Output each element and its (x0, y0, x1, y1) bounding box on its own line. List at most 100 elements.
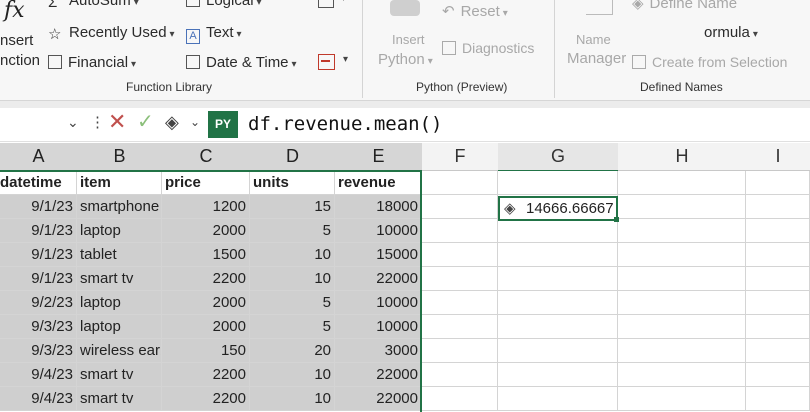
empty-cell[interactable] (498, 171, 618, 195)
python-button[interactable]: Python ▾ (378, 51, 433, 68)
table-cell[interactable]: 2200 (162, 363, 250, 387)
empty-cell[interactable] (498, 339, 618, 363)
empty-cell[interactable] (618, 291, 746, 315)
table-cell[interactable]: smart tv (77, 267, 162, 291)
insert-function-label-2[interactable]: nction (0, 52, 40, 69)
table-cell[interactable]: smart tv (77, 363, 162, 387)
use-in-formula-button[interactable]: ormula ▾ (704, 24, 758, 41)
table-cell[interactable]: 9/1/23 (0, 267, 77, 291)
text-button[interactable]: A Text ▾ (186, 24, 242, 44)
logical-button[interactable]: Logical ▾ (186, 0, 262, 9)
table-cell[interactable]: 9/3/23 (0, 339, 77, 363)
recently-used-button[interactable]: ☆ Recently Used ▾ (48, 24, 175, 43)
name-manager-label-1[interactable]: Name (576, 32, 611, 47)
cancel-icon[interactable]: ✕ (108, 109, 126, 135)
empty-cell[interactable] (498, 387, 618, 411)
table-header-cell[interactable]: item (77, 171, 162, 195)
empty-cell[interactable] (746, 291, 810, 315)
table-cell[interactable]: 2000 (162, 219, 250, 243)
table-cell[interactable]: smart tv (77, 387, 162, 411)
table-cell[interactable]: 10 (250, 363, 335, 387)
table-cell[interactable]: wireless earb (77, 339, 162, 363)
reset-button[interactable]: ↶ Reset ▾ (442, 2, 508, 20)
empty-cell[interactable] (498, 315, 618, 339)
table-cell[interactable]: 10000 (335, 219, 422, 243)
empty-cell[interactable] (618, 219, 746, 243)
table-cell[interactable]: 22000 (335, 363, 422, 387)
table-cell[interactable]: 9/3/23 (0, 315, 77, 339)
empty-cell[interactable] (498, 363, 618, 387)
empty-cell[interactable] (498, 267, 618, 291)
empty-cell[interactable] (498, 219, 618, 243)
table-cell[interactable]: 15 (250, 195, 335, 219)
enter-icon[interactable]: ✓ (137, 109, 154, 134)
column-header-a[interactable]: A (0, 143, 78, 172)
name-box-dropdown[interactable]: ⌄ (0, 112, 82, 136)
table-cell[interactable]: 9/1/23 (0, 243, 77, 267)
empty-cell[interactable] (618, 315, 746, 339)
empty-cell[interactable] (618, 243, 746, 267)
empty-cell[interactable] (746, 267, 810, 291)
empty-cell[interactable] (746, 339, 810, 363)
table-cell[interactable]: 10 (250, 387, 335, 411)
table-cell[interactable]: 1200 (162, 195, 250, 219)
date-time-button[interactable]: Date & Time ▾ (186, 54, 297, 71)
column-header-b[interactable]: B (77, 143, 163, 172)
table-cell[interactable]: 5 (250, 219, 335, 243)
table-cell[interactable]: laptop (77, 219, 162, 243)
python-object-icon[interactable]: ◈ (504, 199, 516, 217)
define-name-button[interactable]: ◈ Define Name (632, 0, 737, 12)
table-header-cell[interactable]: datetime (0, 171, 77, 195)
lookup-button[interactable]: ▾ (318, 0, 348, 10)
table-cell[interactable]: 2000 (162, 291, 250, 315)
table-cell[interactable]: 9/2/23 (0, 291, 77, 315)
empty-cell[interactable] (422, 195, 498, 219)
empty-cell[interactable] (746, 363, 810, 387)
empty-cell[interactable] (746, 219, 810, 243)
empty-cell[interactable] (422, 291, 498, 315)
insert-python-label[interactable]: Insert (392, 32, 425, 47)
table-cell[interactable]: 10000 (335, 315, 422, 339)
autosum-button[interactable]: Σ AutoSum ▾ (48, 0, 139, 11)
table-cell[interactable]: 5 (250, 291, 335, 315)
empty-cell[interactable] (422, 339, 498, 363)
empty-cell[interactable] (618, 195, 746, 219)
table-cell[interactable]: 1500 (162, 243, 250, 267)
table-cell[interactable]: 150 (162, 339, 250, 363)
table-cell[interactable]: 10000 (335, 291, 422, 315)
fill-handle[interactable] (614, 217, 619, 222)
column-header-f[interactable]: F (422, 143, 499, 171)
table-cell[interactable]: 22000 (335, 267, 422, 291)
column-header-d[interactable]: D (250, 143, 336, 172)
table-cell[interactable]: 15000 (335, 243, 422, 267)
column-header-h[interactable]: H (618, 143, 747, 171)
table-cell[interactable]: laptop (77, 291, 162, 315)
create-from-selection-button[interactable]: Create from Selection (632, 54, 787, 70)
empty-cell[interactable] (746, 387, 810, 411)
column-header-i[interactable]: I (746, 143, 810, 171)
empty-cell[interactable] (618, 267, 746, 291)
empty-cell[interactable] (422, 387, 498, 411)
name-manager-label-2[interactable]: Manager (567, 50, 626, 67)
empty-cell[interactable] (746, 243, 810, 267)
empty-cell[interactable] (422, 243, 498, 267)
column-header-g[interactable]: G (498, 143, 619, 172)
empty-cell[interactable] (746, 195, 810, 219)
empty-cell[interactable] (498, 243, 618, 267)
table-cell[interactable]: 9/1/23 (0, 219, 77, 243)
empty-cell[interactable] (746, 315, 810, 339)
table-cell[interactable]: 9/4/23 (0, 363, 77, 387)
table-cell[interactable]: 2200 (162, 267, 250, 291)
table-cell[interactable]: 5 (250, 315, 335, 339)
table-cell[interactable]: 3000 (335, 339, 422, 363)
table-cell[interactable]: laptop (77, 315, 162, 339)
empty-cell[interactable] (618, 171, 746, 195)
table-cell[interactable]: 2000 (162, 315, 250, 339)
empty-cell[interactable] (746, 171, 810, 195)
empty-cell[interactable] (618, 339, 746, 363)
table-header-cell[interactable]: units (250, 171, 335, 195)
table-cell[interactable]: 18000 (335, 195, 422, 219)
empty-cell[interactable] (498, 291, 618, 315)
column-header-c[interactable]: C (162, 143, 251, 172)
empty-cell[interactable] (618, 387, 746, 411)
